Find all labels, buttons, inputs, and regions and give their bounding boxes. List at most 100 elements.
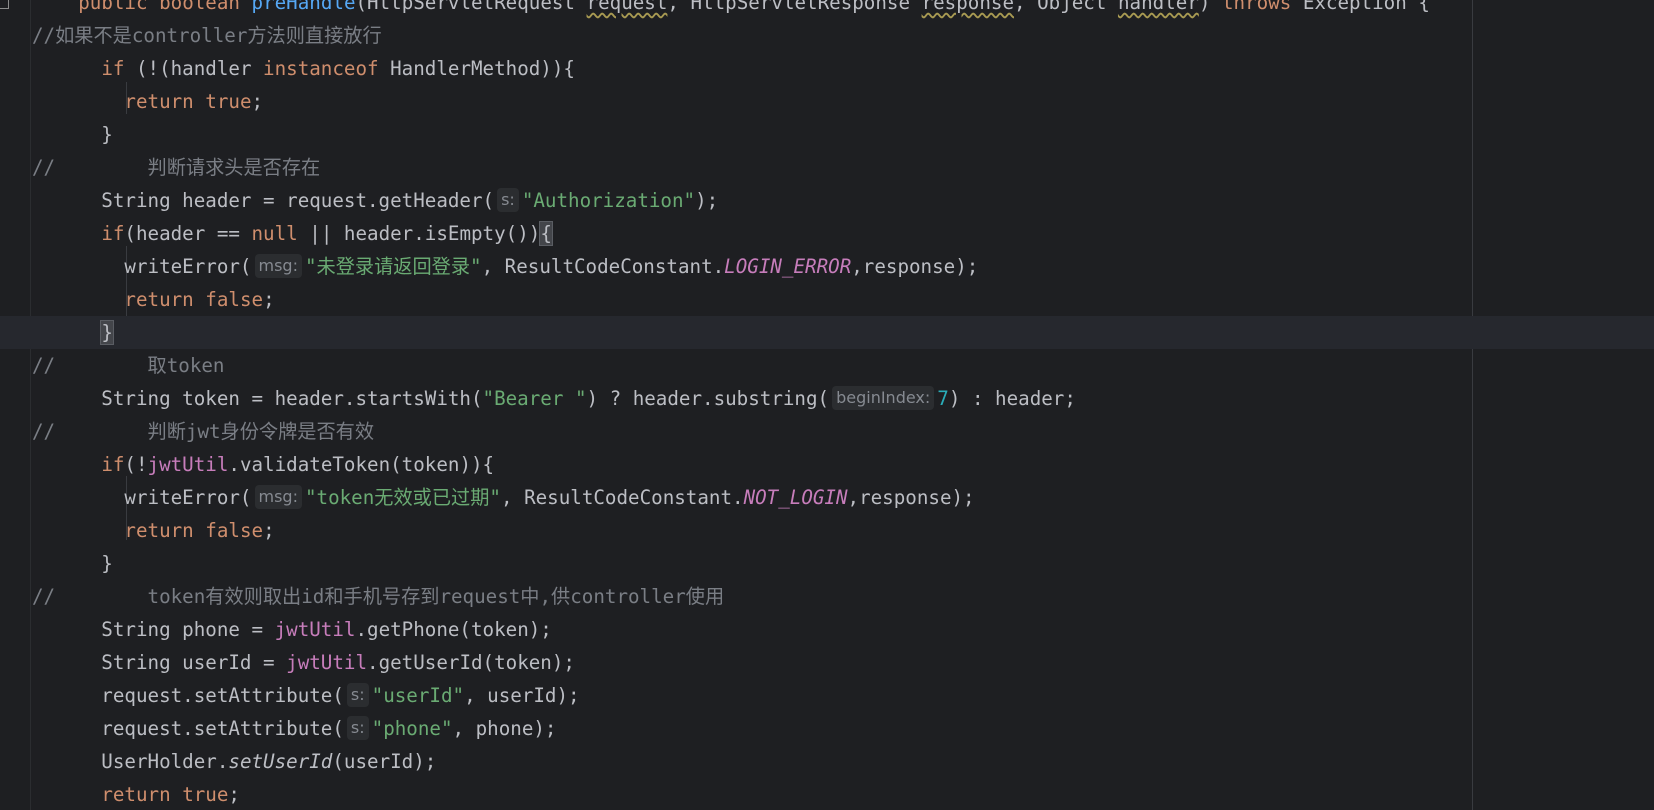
userid-declaration-line[interactable]: String userId = jwtUtil.getUserId(token)… bbox=[0, 646, 575, 679]
code-token: String userId = bbox=[32, 651, 287, 674]
closing-brace-line[interactable]: } bbox=[0, 547, 113, 580]
code-token: if bbox=[101, 453, 125, 476]
return-false-line[interactable]: return false; bbox=[0, 283, 275, 316]
parameter-hint: msg: bbox=[254, 485, 302, 509]
code-token: String token = header.startsWith( bbox=[32, 387, 483, 410]
write-error-line[interactable]: writeError(msg: "未登录请返回登录", ResultCodeCon… bbox=[0, 250, 978, 283]
code-token: handler bbox=[1117, 0, 1199, 14]
set-attribute-line[interactable]: request.setAttribute(s: "phone", phone); bbox=[0, 712, 556, 745]
code-token: false bbox=[205, 519, 264, 542]
code-token: , ResultCodeConstant. bbox=[500, 486, 744, 509]
code-token: jwtUtil bbox=[147, 453, 229, 476]
code-token: (! bbox=[124, 453, 148, 476]
code-token: request.setAttribute( bbox=[32, 717, 344, 740]
code-token: true bbox=[205, 90, 252, 113]
method-signature-line[interactable]: public boolean preHandle(HttpServletRequ… bbox=[0, 0, 1430, 19]
if-header-null-line[interactable]: if(header == null || header.isEmpty()){ bbox=[0, 217, 553, 250]
code-token: if bbox=[101, 222, 125, 245]
header-declaration-line[interactable]: String header = request.getHeader(s: "Aut… bbox=[0, 184, 718, 217]
comment-text: //如果不是controller方法则直接放行 bbox=[32, 24, 382, 47]
code-token: return bbox=[124, 288, 194, 311]
code-token: jwtUtil bbox=[274, 618, 356, 641]
comment-line[interactable]: // 判断请求头是否存在 bbox=[0, 151, 320, 184]
code-token: true bbox=[182, 783, 229, 806]
code-token: HandlerMethod)){ bbox=[378, 57, 575, 80]
comment-line[interactable]: //如果不是controller方法则直接放行 bbox=[0, 19, 382, 52]
code-token: ); bbox=[695, 189, 719, 212]
code-token: ; bbox=[263, 519, 275, 542]
string-literal: "未登录请返回登录" bbox=[304, 255, 482, 278]
code-token: 7 bbox=[937, 387, 949, 410]
code-token: ; bbox=[263, 288, 275, 311]
phone-declaration-line[interactable]: String phone = jwtUtil.getPhone(token); bbox=[0, 613, 552, 646]
code-token: ; bbox=[251, 90, 264, 113]
set-user-id-line[interactable]: UserHolder.setUserId(userId); bbox=[0, 745, 436, 778]
string-literal: "token无效或已过期" bbox=[304, 486, 501, 509]
return-true-line[interactable]: return true; bbox=[0, 85, 263, 118]
code-token: { bbox=[539, 221, 553, 246]
code-token: return bbox=[101, 783, 171, 806]
comment-text: 取token bbox=[55, 354, 225, 377]
code-token: String header = request.getHeader( bbox=[32, 189, 495, 212]
token-declaration-line[interactable]: String token = header.startsWith("Bearer… bbox=[0, 382, 1076, 415]
code-token: .getUserId(token); bbox=[367, 651, 575, 674]
code-token: ,response); bbox=[847, 486, 975, 509]
parameter-hint: s: bbox=[497, 188, 519, 212]
parameter-hint: msg: bbox=[254, 254, 302, 278]
return-true-line[interactable]: return true; bbox=[0, 778, 240, 810]
comment-line[interactable]: // token有效则取出id和手机号存到request中,供controlle… bbox=[0, 580, 724, 613]
code-token: , HttpServletResponse bbox=[667, 0, 922, 14]
code-token: setUserId bbox=[228, 750, 333, 773]
code-token: request.setAttribute( bbox=[32, 684, 344, 707]
parameter-hint: s: bbox=[346, 683, 369, 707]
if-handler-line[interactable]: if (!(handler instanceof HandlerMethod))… bbox=[0, 52, 575, 85]
right-margin-guide bbox=[1472, 0, 1473, 810]
code-token: (userId); bbox=[332, 750, 437, 773]
string-literal: "phone" bbox=[371, 717, 453, 740]
string-literal: "Bearer " bbox=[482, 387, 587, 410]
comment-text: // bbox=[32, 354, 56, 377]
code-token: null bbox=[251, 222, 298, 245]
code-token: || header.isEmpty()) bbox=[297, 222, 541, 245]
if-validate-line[interactable]: if(!jwtUtil.validateToken(token)){ bbox=[0, 448, 494, 481]
code-token: .validateToken(token)){ bbox=[228, 453, 495, 476]
code-token: String phone = bbox=[32, 618, 275, 641]
parameter-hint: s: bbox=[346, 716, 369, 740]
return-false-line[interactable]: return false; bbox=[0, 514, 275, 547]
code-token: ,response); bbox=[851, 255, 979, 278]
code-token: preHandle bbox=[251, 0, 356, 14]
closing-brace-line[interactable]: } bbox=[0, 316, 1654, 349]
comment-text: 判断jwt身份令牌是否有效 bbox=[55, 420, 375, 443]
set-attribute-line[interactable]: request.setAttribute(s: "userId", userId)… bbox=[0, 679, 580, 712]
code-token: } bbox=[100, 320, 114, 345]
code-token: writeError( bbox=[32, 255, 252, 278]
code-token: jwtUtil bbox=[286, 651, 368, 674]
closing-brace-line[interactable]: } bbox=[0, 118, 113, 151]
code-token: } bbox=[32, 123, 113, 146]
write-error-line[interactable]: writeError(msg: "token无效或已过期", ResultCode… bbox=[0, 481, 975, 514]
code-token: , Object bbox=[1014, 0, 1118, 14]
code-token: ) ? header.substring( bbox=[586, 387, 830, 410]
code-token: UserHolder. bbox=[32, 750, 229, 773]
code-token: , userId); bbox=[464, 684, 580, 707]
code-token: public bbox=[78, 0, 148, 14]
code-editor[interactable]: public boolean preHandle(HttpServletRequ… bbox=[0, 0, 1654, 810]
code-token: , ResultCodeConstant. bbox=[481, 255, 725, 278]
comment-text: // bbox=[32, 420, 56, 443]
comment-line[interactable]: // 取token bbox=[0, 349, 224, 382]
comment-line[interactable]: // 判断jwt身份令牌是否有效 bbox=[0, 415, 374, 448]
code-token: false bbox=[205, 288, 264, 311]
code-token: boolean bbox=[159, 0, 240, 14]
comment-text: // bbox=[32, 585, 56, 608]
